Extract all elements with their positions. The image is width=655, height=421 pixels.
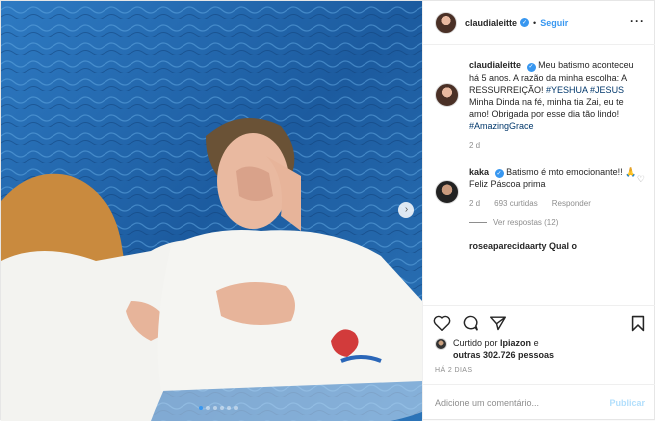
separator-dot: • (533, 17, 537, 28)
carousel-dot-3 (213, 406, 217, 410)
caption-hashtag-2[interactable]: #AmazingGrace (469, 121, 534, 131)
caption: claudialeitte ✓ Meu batismo aconteceu há… (423, 59, 655, 152)
comment-avatar[interactable] (435, 179, 459, 204)
view-replies-label: Ver respostas (12) (493, 218, 559, 227)
chevron-right-icon: › (404, 204, 409, 215)
comment-meta: 2 d 693 curtidas Responder (469, 198, 639, 210)
more-options-icon[interactable]: ··· (630, 14, 645, 28)
likes-summary: Curtido por lpiazon e outras 302.726 pes… (435, 337, 554, 361)
liked-by-others[interactable]: outras 302.726 pessoas (453, 350, 554, 360)
carousel-indicator (199, 406, 238, 410)
caption-hashtags-1[interactable]: #YESHUA #JESUS (546, 85, 624, 95)
post-header: claudialeitte ✓ • Seguir ··· (423, 1, 655, 45)
action-bar (423, 305, 655, 337)
post-side-panel: claudialeitte ✓ • Seguir ··· claudialeit… (422, 1, 655, 421)
bookmark-icon[interactable] (631, 315, 645, 332)
liked-by-user[interactable]: lpiazon (500, 338, 531, 348)
view-replies-button[interactable]: Ver respostas (12) (469, 218, 655, 227)
carousel-dot-2 (206, 406, 210, 410)
comment-age: 2 d (469, 199, 481, 208)
publish-button[interactable]: Publicar (609, 398, 645, 408)
verified-badge-icon: ✓ (526, 62, 536, 72)
replies-line (469, 222, 487, 223)
add-comment-bar: Publicar (423, 384, 655, 421)
likes-text: Curtido por lpiazon e outras 302.726 pes… (453, 337, 554, 361)
instagram-post: › claudialeitte ✓ • Seguir ··· claudiale… (0, 0, 655, 421)
reply-button[interactable]: Responder (552, 198, 591, 210)
comment-body: kaka ✓ Batismo é mto emocionante!! 🙏 Fel… (469, 166, 639, 211)
comment-text: Batismo é mto emocionante!! 🙏 Feliz Pásc… (469, 166, 637, 190)
caption-age: 2 d (469, 140, 481, 150)
caption-meta: 2 d (469, 140, 639, 152)
comment-icon[interactable] (461, 315, 479, 331)
caption-username[interactable]: claudialeitte (469, 60, 521, 70)
share-icon[interactable] (489, 315, 507, 331)
baptism-photo-illustration (1, 1, 422, 421)
comment-like-icon[interactable]: ♡ (637, 174, 645, 185)
carousel-dot-6 (234, 406, 238, 410)
comments-list[interactable]: claudialeitte ✓ Meu batismo aconteceu há… (423, 59, 655, 302)
caption-body: claudialeitte ✓ Meu batismo aconteceu há… (469, 59, 639, 152)
author-avatar[interactable] (435, 11, 457, 34)
carousel-dot-1 (199, 406, 203, 410)
carousel-dot-4 (220, 406, 224, 410)
post-photo[interactable]: › (1, 1, 422, 421)
caption-text-2: Minha Dinda na fé, minha tia Zai, eu te … (469, 96, 624, 119)
carousel-dot-5 (227, 406, 231, 410)
liked-by-connector: e (533, 338, 539, 348)
verified-badge-icon: ✓ (520, 18, 530, 27)
comment-input[interactable] (435, 398, 610, 408)
follow-button[interactable]: Seguir (540, 18, 568, 28)
heart-icon[interactable] (433, 315, 451, 331)
comment-username[interactable]: kaka (469, 167, 489, 177)
partial-comment: roseaparecidaarty Qual o (469, 241, 578, 251)
verified-badge-icon: ✓ (494, 169, 504, 178)
liker-avatar[interactable] (435, 338, 447, 350)
carousel-next-button[interactable]: › (398, 202, 414, 218)
comment-likes[interactable]: 693 curtidas (494, 198, 538, 210)
author-username[interactable]: claudialeitte (465, 18, 517, 28)
comment-item: kaka ✓ Batismo é mto emocionante!! 🙏 Fel… (423, 166, 655, 211)
caption-avatar[interactable] (435, 83, 459, 107)
post-timestamp[interactable]: HÁ 2 DIAS (435, 367, 472, 374)
liked-by-prefix: Curtido por (453, 338, 498, 348)
